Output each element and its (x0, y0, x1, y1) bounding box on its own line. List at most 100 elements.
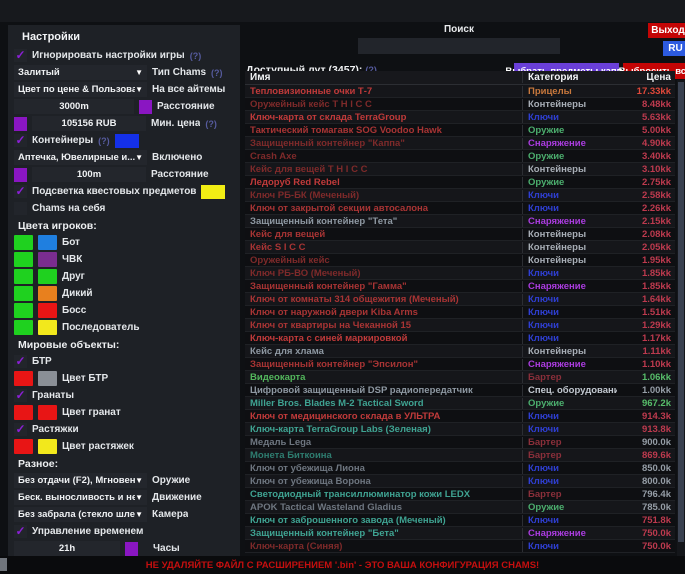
loot-row[interactable]: Ключ-карта TerraGroup Labs (Зеленая)Ключ… (245, 423, 675, 436)
hours-color-swatch[interactable] (125, 542, 138, 556)
loot-row[interactable]: Ключ от наружной двери Kiba ArmsКлючи1.5… (245, 306, 675, 319)
loot-row[interactable]: Медаль LegaБартер900.0k (245, 436, 675, 449)
loot-row[interactable]: APOK Tactical Wasteland GladiusОружие785… (245, 501, 675, 514)
loot-row[interactable]: Кейс для вещей Т Н I С СКонтейнеры3.10kk (245, 163, 675, 176)
column-name[interactable]: Имя (245, 72, 522, 83)
player-color-swatch-2[interactable] (38, 286, 57, 301)
player-color-swatch-2[interactable] (38, 269, 57, 284)
item-price: 1.00kk (617, 385, 675, 396)
loot-row[interactable]: Ключ РБ-ВО (Меченый)Ключи1.85kk (245, 267, 675, 280)
search-input[interactable] (358, 38, 560, 54)
language-button[interactable]: RU (663, 41, 685, 56)
checkbox-checked-icon[interactable]: ✓ (14, 389, 27, 402)
movement-dropdown[interactable]: Беск. выносливость и нет уста ▼ (14, 490, 147, 505)
camera-dropdown[interactable]: Без забрала (стекло шлема) ▼ (14, 507, 147, 522)
quest-highlight-color-swatch[interactable] (201, 185, 225, 199)
loot-row[interactable]: Ключ-карта от склада TerraGroupКлючи5.63… (245, 111, 675, 124)
checkbox-checked-icon[interactable]: ✓ (14, 525, 27, 538)
loot-row[interactable]: Оружейный кейсКонтейнеры1.95kk (245, 254, 675, 267)
loot-row[interactable]: Монета БиткоинаБартер869.6k (245, 449, 675, 462)
chams-type-dropdown[interactable]: Залитый ▼ (14, 65, 147, 80)
loot-row[interactable]: Ключ от заброшенного завода (Меченый)Клю… (245, 514, 675, 527)
world-object-toggle-row: ✓Гранаты (10, 387, 236, 404)
player-color-label: Друг (62, 271, 85, 282)
loot-row[interactable]: ВидеокартаБартер1.06kk (245, 371, 675, 384)
loot-row[interactable]: Ключ от убежища ЛионаКлючи850.0k (245, 462, 675, 475)
distance-color-swatch[interactable] (139, 100, 152, 114)
loot-row[interactable]: Ключ-карта (Синяя)Ключи750.0k (245, 540, 675, 553)
loot-row[interactable]: Ключ от квартиры на Чеканной 15Ключи1.29… (245, 319, 675, 332)
loot-row[interactable]: Ключ РБ-БК (Меченый)Ключи2.58kk (245, 189, 675, 202)
loot-row[interactable]: Цифровой защищенный DSP радиопередатчикС… (245, 384, 675, 397)
help-icon[interactable]: (?) (98, 136, 110, 146)
checkbox-checked-icon[interactable]: ✓ (14, 49, 27, 62)
player-color-swatch-2[interactable] (38, 320, 57, 335)
world-color-swatch-2[interactable] (38, 371, 57, 386)
min-price-color-swatch[interactable] (14, 117, 27, 131)
distance2-color-swatch[interactable] (14, 168, 27, 182)
player-color-swatch-2[interactable] (38, 252, 57, 267)
loot-row[interactable]: Crash AxeОружие3.40kk (245, 150, 675, 163)
player-color-swatch-1[interactable] (14, 252, 33, 267)
checkbox-checked-icon[interactable]: ✓ (14, 423, 27, 436)
item-category: Снаряжение (522, 281, 617, 292)
player-color-swatch-2[interactable] (38, 303, 57, 318)
loot-row[interactable]: Ключ от комнаты 314 общежития (Меченый)К… (245, 293, 675, 306)
item-price: 1.06kk (617, 372, 675, 383)
player-color-swatch-1[interactable] (14, 269, 33, 284)
player-color-swatch-1[interactable] (14, 303, 33, 318)
color-mode-dropdown[interactable]: Цвет по цене & Пользователь ▼ (14, 82, 147, 97)
scrollbar-track[interactable] (677, 80, 685, 556)
world-color-swatch-1[interactable] (14, 405, 33, 420)
hours-input[interactable]: 21h (14, 541, 120, 556)
loot-row[interactable]: Оружейный кейс Т Н I С СКонтейнеры8.48kk (245, 98, 675, 111)
loot-row[interactable]: Защищенный контейнер "Тета"Снаряжение2.1… (245, 215, 675, 228)
loot-row[interactable]: Ключ от закрытой секции автосалонаКлючи2… (245, 202, 675, 215)
checkbox-checked-icon[interactable]: ✓ (14, 134, 27, 147)
help-icon[interactable]: (?) (211, 68, 223, 78)
weapon-dropdown[interactable]: Без отдачи (F2), Мгновенное п ▼ (14, 473, 147, 488)
player-color-swatch-1[interactable] (14, 286, 33, 301)
exit-button[interactable]: Выход (648, 23, 685, 38)
loot-row[interactable]: Защищенный контейнер "Каппа"Снаряжение4.… (245, 137, 675, 150)
help-icon[interactable]: (?) (190, 51, 202, 61)
loot-row[interactable]: Тепловизионные очки Т-7Прицелы17.33kk (245, 85, 675, 98)
loot-row[interactable]: Ключ от убежища ВоронаКлючи800.0k (245, 475, 675, 488)
checkbox-checked-icon[interactable]: ✓ (14, 185, 27, 198)
loot-row[interactable]: Тактический томагавк SOG Voodoo HawkОруж… (245, 124, 675, 137)
distance2-input[interactable]: 100m (32, 167, 146, 182)
loot-row[interactable]: Ледоруб Red RebelОружие2.75kk (245, 176, 675, 189)
distance-input[interactable]: 3000m (14, 99, 134, 114)
loot-row[interactable]: Светодиодный трансиллюминатор кожи LEDXБ… (245, 488, 675, 501)
player-color-swatch-1[interactable] (14, 235, 33, 250)
resize-handle[interactable] (0, 558, 7, 571)
item-name: Ключ от медицинского склада в УЛЬТРА (245, 411, 522, 422)
loot-row[interactable]: Кейс для хламаКонтейнеры1.11kk (245, 345, 675, 358)
help-icon[interactable]: (?) (205, 119, 217, 129)
loot-row[interactable]: Защищенный контейнер "Эпсилон"Снаряжение… (245, 358, 675, 371)
loot-row[interactable]: Ключ от медицинского склада в УЛЬТРАКлюч… (245, 410, 675, 423)
item-category: Ключи (522, 541, 617, 552)
world-color-swatch-1[interactable] (14, 439, 33, 454)
containers-color-swatch[interactable] (115, 134, 139, 148)
loot-row[interactable]: Кейс для вещейКонтейнеры2.08kk (245, 228, 675, 241)
loot-row[interactable]: Защищенный контейнер "Гамма"Снаряжение1.… (245, 280, 675, 293)
checkbox-unchecked-icon[interactable] (14, 202, 27, 215)
title-bar[interactable] (0, 0, 685, 22)
min-price-input[interactable]: 105156 RUB (32, 116, 146, 131)
world-color-swatch-1[interactable] (14, 371, 33, 386)
player-color-swatch-1[interactable] (14, 320, 33, 335)
category-filter-dropdown[interactable]: Аптечка, Ювелирные и... ▼ (14, 150, 147, 165)
player-color-swatch-2[interactable] (38, 235, 57, 250)
loot-row[interactable]: Miller Bros. Blades M-2 Tactical SwordОр… (245, 397, 675, 410)
loot-row[interactable]: Защищенный контейнер "Бета"Снаряжение750… (245, 527, 675, 540)
world-color-swatch-2[interactable] (38, 405, 57, 420)
loot-row[interactable]: Кейс S I C CКонтейнеры2.05kk (245, 241, 675, 254)
world-color-swatch-2[interactable] (38, 439, 57, 454)
column-category[interactable]: Категория (522, 72, 617, 83)
time-control-row: ✓ Управление временем (10, 523, 236, 540)
column-price[interactable]: Цена (617, 72, 675, 83)
scrollbar-thumb[interactable] (678, 82, 684, 542)
loot-row[interactable]: Ключ-карта с синей маркировкойКлючи1.17k… (245, 332, 675, 345)
checkbox-checked-icon[interactable]: ✓ (14, 355, 27, 368)
